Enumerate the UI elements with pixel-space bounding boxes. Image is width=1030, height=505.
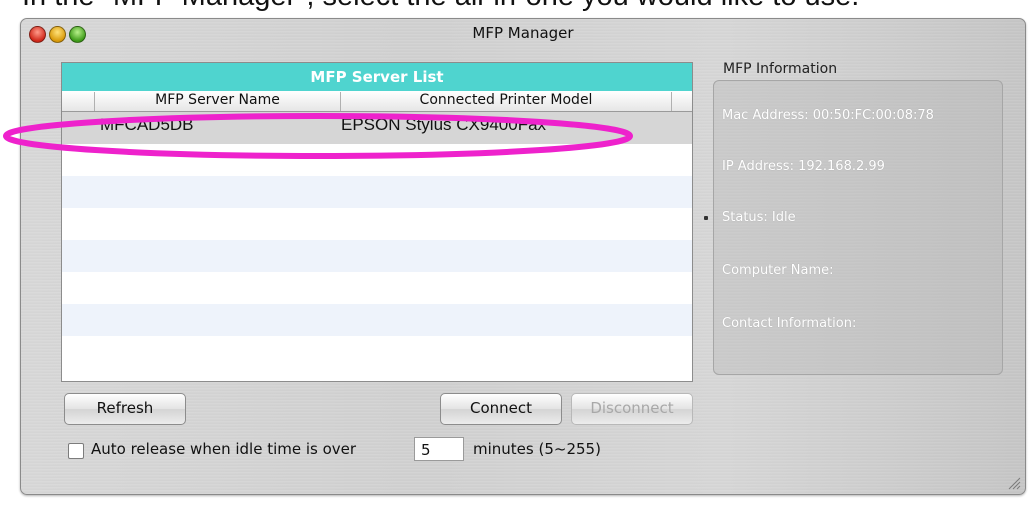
idle-minutes-input[interactable]: 5 xyxy=(414,437,464,461)
mfp-information-label: MFP Information xyxy=(723,61,838,77)
printer-model-cell: EPSON Stylus CX9400Fax xyxy=(341,115,547,134)
table-row[interactable] xyxy=(62,144,692,176)
table-row[interactable] xyxy=(62,272,692,304)
table-row[interactable] xyxy=(62,208,692,240)
computer-name: Computer Name: xyxy=(722,263,834,278)
mfp-information-box: Mac Address: 00:50:FC:00:08:78 IP Addres… xyxy=(713,80,1003,375)
mac-address: Mac Address: 00:50:FC:00:08:78 xyxy=(722,108,934,123)
table-row[interactable] xyxy=(62,304,692,336)
mfp-server-list: MFP Server List MFP Server Name Connecte… xyxy=(61,62,693,382)
resize-grip-icon[interactable] xyxy=(1007,476,1021,490)
mfp-manager-window: MFP Manager MFP Server List MFP Server N… xyxy=(20,18,1026,495)
splitter-handle[interactable] xyxy=(704,216,708,220)
server-rows: MFCAD5DB EPSON Stylus CX9400Fax xyxy=(62,112,692,368)
contact-information: Contact Information: xyxy=(722,316,857,331)
disconnect-button[interactable]: Disconnect xyxy=(571,393,693,425)
ip-address: IP Address: 192.168.2.99 xyxy=(722,159,885,174)
connect-button[interactable]: Connect xyxy=(440,393,562,425)
table-row[interactable] xyxy=(62,336,692,368)
instruction-caption: In the "MFP Manager", select the all-in-… xyxy=(22,0,859,13)
server-list-header: MFP Server List xyxy=(62,63,692,91)
column-headers: MFP Server Name Connected Printer Model xyxy=(62,91,692,112)
table-row[interactable] xyxy=(62,176,692,208)
auto-release-label: Auto release when idle time is over xyxy=(91,440,357,458)
minutes-range-label: minutes (5~255) xyxy=(473,440,601,458)
column-header-server-name[interactable]: MFP Server Name xyxy=(94,92,340,111)
title-bar[interactable]: MFP Manager xyxy=(21,19,1025,49)
refresh-button[interactable]: Refresh xyxy=(64,393,186,425)
auto-release-checkbox[interactable] xyxy=(68,443,84,459)
server-name-cell: MFCAD5DB xyxy=(100,115,194,134)
window-title: MFP Manager xyxy=(472,24,574,42)
table-row[interactable] xyxy=(62,240,692,272)
column-header-printer-model[interactable]: Connected Printer Model xyxy=(340,92,672,111)
status: Status: Idle xyxy=(722,210,796,225)
table-row[interactable]: MFCAD5DB EPSON Stylus CX9400Fax xyxy=(62,112,692,144)
